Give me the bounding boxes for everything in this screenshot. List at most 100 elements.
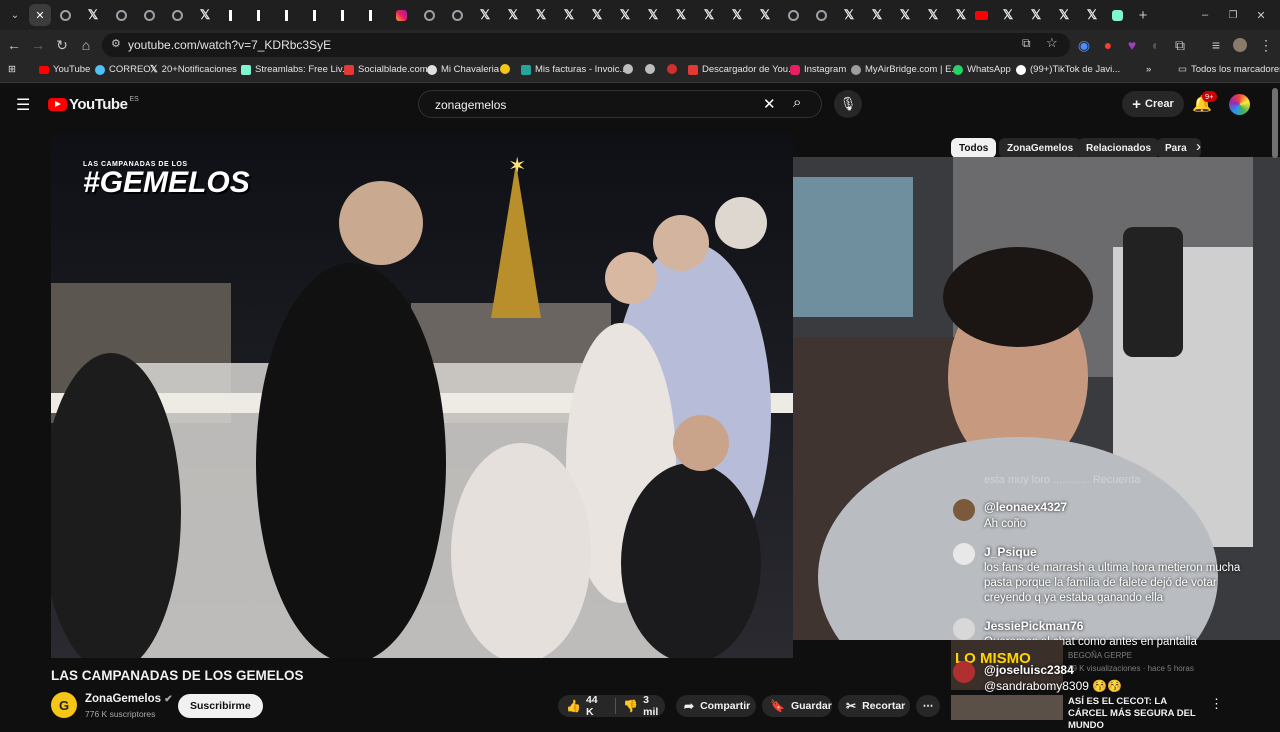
reload-icon[interactable]: ↻ — [52, 35, 72, 55]
tab-x-icon[interactable]: 𝕏 — [894, 4, 916, 26]
home-icon[interactable]: ⌂ — [76, 35, 96, 55]
related-video-thumbnail[interactable] — [951, 695, 1063, 720]
bookmark-mis-facturas[interactable]: Mis facturas - Invoic... — [521, 64, 627, 75]
tab-tiktok-icon[interactable] — [306, 4, 328, 26]
tab-streamlabs-icon[interactable] — [1106, 4, 1128, 26]
tab-x-icon[interactable]: 𝕏 — [1053, 4, 1075, 26]
tab-x-icon[interactable]: 𝕏 — [82, 4, 104, 26]
search-icon[interactable]: ⌕ — [793, 94, 801, 111]
account-avatar[interactable] — [1229, 94, 1250, 115]
like-thumb-icon[interactable]: 👍 — [566, 699, 581, 713]
extension-icon[interactable]: ● — [1098, 35, 1118, 55]
all-bookmarks-folder[interactable]: ▭ Todos los marcadores — [1178, 64, 1280, 75]
tab-active-close-icon[interactable]: ✕ — [29, 4, 51, 26]
bookmark-descargador[interactable]: Descargador de You... — [688, 64, 796, 75]
channel-name[interactable]: ZonaGemelos ✔ — [85, 693, 173, 705]
tab-x-icon[interactable]: 𝕏 — [558, 4, 580, 26]
bookmark-tiktok[interactable]: (99+)TikTok de Javi... — [1016, 64, 1120, 75]
apps-grid-icon[interactable]: ⊞ — [8, 64, 16, 75]
extensions-puzzle-icon[interactable]: ⧉ — [1170, 35, 1190, 55]
like-count[interactable]: 44 K — [586, 694, 606, 718]
bookmark-instagram[interactable]: Instagram — [790, 64, 846, 75]
tab-globe-icon[interactable] — [782, 4, 804, 26]
tab-x-icon[interactable]: 𝕏 — [642, 4, 664, 26]
chip-zonagemelos[interactable]: ZonaGemelos — [999, 138, 1082, 158]
share-button[interactable]: ➦ Compartir — [676, 695, 756, 717]
tab-x-icon[interactable]: 𝕏 — [670, 4, 692, 26]
tab-x-icon[interactable]: 𝕏 — [194, 4, 216, 26]
hamburger-menu-icon[interactable]: ☰ — [16, 95, 30, 115]
tab-x-icon[interactable]: 𝕏 — [950, 4, 972, 26]
more-actions-icon[interactable]: ⋯ — [916, 695, 940, 717]
clip-button[interactable]: ✂ Recortar — [838, 695, 910, 717]
bookmark-star-icon[interactable]: ☆ — [1046, 35, 1058, 51]
address-bar[interactable]: ⚙ youtube.com/watch?v=7_KDRbc3SyE ⧉ ☆ — [102, 33, 1070, 57]
bookmark-correo[interactable]: CORREO — [95, 64, 151, 75]
clear-search-icon[interactable]: ✕ — [763, 95, 776, 113]
dislike-count[interactable]: 3 mil — [643, 694, 665, 718]
tab-tiktok-icon[interactable] — [250, 4, 272, 26]
browser-menu-icon[interactable]: ⋮ — [1256, 35, 1276, 55]
tab-globe-icon[interactable] — [166, 4, 188, 26]
new-tab-icon[interactable]: + — [1132, 4, 1154, 26]
profile-avatar[interactable] — [1230, 35, 1250, 55]
search-input[interactable]: zonagemelos ✕ ⌕ — [418, 90, 822, 118]
tab-x-icon[interactable]: 𝕏 — [502, 4, 524, 26]
bookmark-youtube[interactable]: YouTube — [39, 64, 90, 75]
page-scrollbar[interactable] — [1272, 88, 1278, 158]
install-app-icon[interactable]: ⧉ — [1022, 36, 1031, 51]
tab-globe-icon[interactable] — [54, 4, 76, 26]
reading-list-icon[interactable]: ≡ — [1206, 35, 1226, 55]
bookmark-unnamed[interactable] — [645, 64, 659, 74]
bookmark-whatsapp[interactable]: WhatsApp — [953, 64, 1011, 75]
bookmark-unnamed[interactable] — [623, 64, 637, 74]
tab-search-icon[interactable]: ⌄ — [4, 4, 26, 26]
extension-icon[interactable]: ♥ — [1122, 35, 1142, 55]
bookmark-x-notifications[interactable]: 𝕏 20+Notificaciones — [150, 64, 237, 75]
dislike-thumb-icon[interactable]: 👎 — [623, 699, 638, 713]
minimize-icon[interactable]: – — [1194, 4, 1216, 26]
site-info-icon[interactable]: ⚙ — [111, 37, 121, 50]
related-video-menu-icon[interactable]: ⋮ — [1210, 696, 1223, 712]
bookmark-streamlabs[interactable]: Streamlabs: Free Liv... — [241, 64, 350, 75]
tab-x-icon[interactable]: 𝕏 — [586, 4, 608, 26]
video-player[interactable]: ✶ LAS CAMPANADAS DE LOS #GEMELOS — [51, 133, 793, 658]
tab-tiktok-icon[interactable] — [222, 4, 244, 26]
voice-search-mic-icon[interactable]: 🎙 — [834, 90, 862, 118]
tab-globe-icon[interactable] — [418, 4, 440, 26]
tab-globe-icon[interactable] — [446, 4, 468, 26]
window-close-icon[interactable]: ✕ — [1250, 4, 1272, 26]
tab-x-icon[interactable]: 𝕏 — [1025, 4, 1047, 26]
back-arrow-icon[interactable]: ← — [4, 35, 24, 55]
tab-x-icon[interactable]: 𝕏 — [922, 4, 944, 26]
channel-avatar[interactable]: G — [51, 692, 77, 718]
chip-relacionados[interactable]: Relacionados — [1078, 138, 1160, 158]
bookmark-myairbridge[interactable]: MyAirBridge.com | E... — [851, 64, 959, 75]
tab-x-icon[interactable]: 𝕏 — [754, 4, 776, 26]
forward-arrow-icon[interactable]: → — [28, 35, 48, 55]
extension-icon[interactable]: ◉ — [1074, 35, 1094, 55]
tab-x-icon[interactable]: 𝕏 — [726, 4, 748, 26]
save-button[interactable]: 🔖 Guardar — [762, 695, 832, 717]
tab-x-icon[interactable]: 𝕏 — [997, 4, 1019, 26]
tab-x-icon[interactable]: 𝕏 — [698, 4, 720, 26]
extension-icon[interactable]: ◐ — [1146, 35, 1166, 55]
tab-x-icon[interactable]: 𝕏 — [614, 4, 636, 26]
restore-icon[interactable]: ❐ — [1222, 4, 1244, 26]
bookmark-unnamed[interactable] — [667, 64, 681, 74]
tab-x-icon[interactable]: 𝕏 — [1081, 4, 1103, 26]
tab-tiktok-icon[interactable] — [278, 4, 300, 26]
tab-youtube-icon[interactable] — [970, 4, 992, 26]
youtube-logo[interactable]: YouTube ES — [48, 96, 139, 113]
tab-globe-icon[interactable] — [810, 4, 832, 26]
bookmark-unnamed[interactable] — [500, 64, 514, 74]
chips-next-chevron-icon[interactable]: › — [1196, 138, 1201, 155]
tab-x-icon[interactable]: 𝕏 — [866, 4, 888, 26]
tab-tiktok-icon[interactable] — [362, 4, 384, 26]
tab-x-icon[interactable]: 𝕏 — [838, 4, 860, 26]
related-video-title[interactable]: ASÍ ES EL CECOT: LA CÁRCEL MÁS SEGURA DE… — [1068, 696, 1202, 732]
chip-para[interactable]: Para — [1157, 138, 1201, 158]
tab-instagram-icon[interactable] — [390, 4, 412, 26]
tab-globe-icon[interactable] — [110, 4, 132, 26]
subscribe-button[interactable]: Suscribirme — [178, 694, 263, 718]
